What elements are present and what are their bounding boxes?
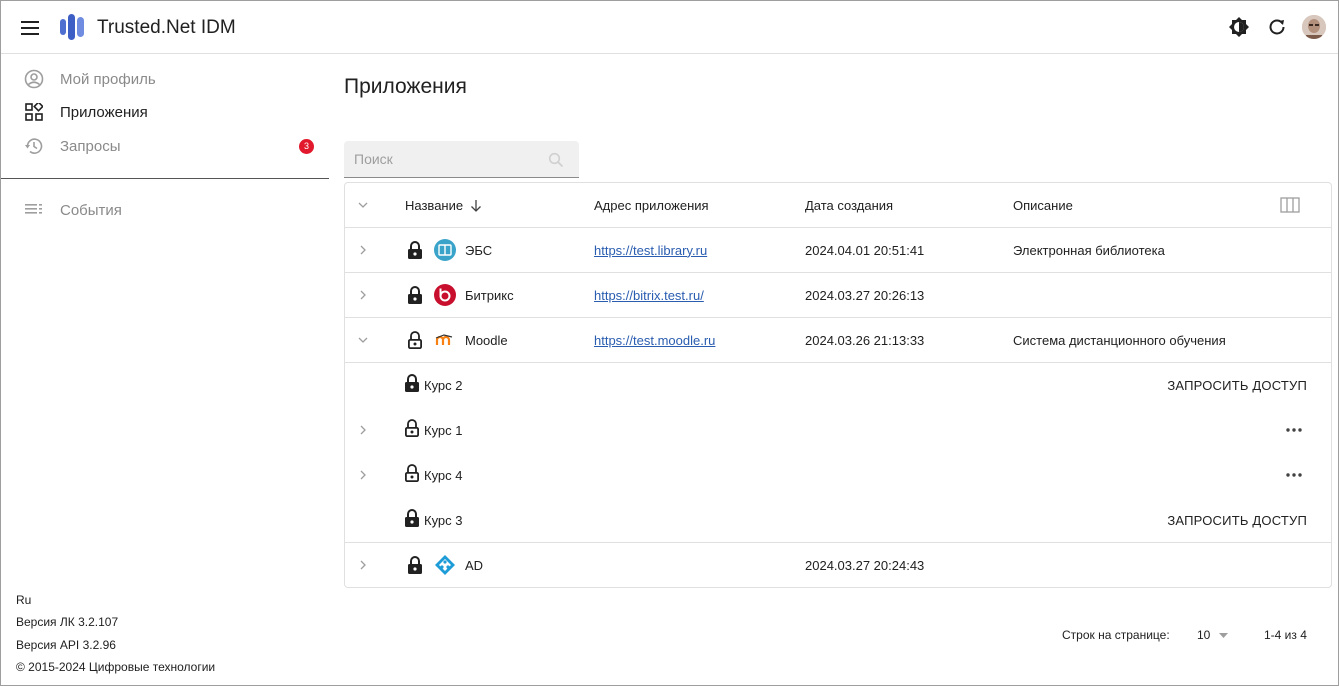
table-row[interactable]: ЭБС https://test.library.ru 2024.04.01 2… (345, 228, 1331, 273)
dropdown-arrow-icon (1219, 632, 1229, 638)
history-icon (24, 136, 44, 156)
sidebar-item-label: Запросы (60, 137, 121, 155)
table-row[interactable]: Битрикс https://bitrix.test.ru/ 2024.03.… (345, 273, 1331, 318)
subrow-course: Курс 3 ЗАПРОСИТЬ ДОСТУП (345, 498, 1331, 543)
search-icon[interactable] (548, 152, 564, 168)
collapse-row-icon[interactable] (353, 330, 373, 350)
app-window: Trusted.Net IDM Мой профиль Приложения З… (0, 0, 1339, 686)
app-description: Электронная библиотека (1013, 242, 1165, 258)
expand-row-icon[interactable] (353, 240, 373, 260)
page-title: Приложения (344, 75, 467, 98)
lock-open-icon (402, 463, 422, 483)
view-columns-icon[interactable] (1279, 195, 1301, 215)
column-header-label: Название (405, 197, 464, 213)
sort-arrow-down-icon[interactable] (470, 199, 482, 212)
applications-table: Название Адрес приложения Дата создания … (344, 182, 1332, 588)
search-input[interactable] (354, 149, 544, 169)
table-header-row: Название Адрес приложения Дата создания … (345, 183, 1331, 228)
app-url-link[interactable]: https://bitrix.test.ru/ (594, 288, 704, 303)
account-circle-icon (24, 69, 44, 89)
course-name: Курс 3 (424, 512, 463, 528)
expand-row-icon[interactable] (353, 285, 373, 305)
copyright: © 2015-2024 Цифровые технологии (16, 660, 216, 674)
app-logo (59, 12, 85, 42)
lock-closed-icon (405, 555, 425, 575)
app-created-date: 2024.04.01 20:51:41 (805, 242, 925, 258)
table-row[interactable]: Moodle https://test.moodle.ru 2024.03.26… (345, 318, 1331, 363)
expand-row-icon[interactable] (353, 465, 373, 485)
user-avatar[interactable] (1302, 15, 1326, 39)
app-created-date: 2024.03.27 20:26:13 (805, 287, 925, 303)
list-icon (24, 200, 44, 220)
app-title: Trusted.Net IDM (97, 17, 236, 38)
rows-per-page-label: Строк на странице: (1062, 628, 1170, 642)
lock-closed-icon (405, 240, 425, 260)
app-name: ЭБС (465, 242, 493, 258)
sidebar-item-profile[interactable]: Мой профиль (1, 62, 329, 96)
course-name: Курс 1 (424, 422, 463, 438)
rows-per-page-select[interactable]: 10 (1197, 625, 1233, 645)
lock-open-icon (402, 418, 422, 438)
more-horizontal-icon[interactable] (1283, 465, 1305, 485)
sidebar-item-label: Мой профиль (60, 70, 156, 88)
sidebar-item-label: События (60, 201, 122, 219)
sidebar: Мой профиль Приложения Запросы 3 События… (1, 55, 329, 685)
app-created-date: 2024.03.27 20:24:43 (805, 557, 925, 573)
moodle-app-icon (434, 329, 456, 351)
library-app-icon (434, 239, 456, 261)
column-header-date[interactable]: Дата создания (805, 183, 893, 227)
refresh-icon[interactable] (1265, 15, 1289, 39)
lock-open-icon (405, 330, 425, 350)
app-description: Система дистанционного обучения (1013, 332, 1226, 348)
sidebar-item-events[interactable]: События (1, 193, 329, 227)
more-horizontal-icon[interactable] (1283, 420, 1305, 440)
top-app-bar: Trusted.Net IDM (1, 1, 1338, 54)
sidebar-item-label: Приложения (60, 103, 148, 121)
expand-row-icon[interactable] (353, 420, 373, 440)
hamburger-menu-icon[interactable] (15, 15, 45, 41)
brightness-icon[interactable] (1227, 15, 1251, 39)
search-field[interactable] (344, 141, 579, 178)
app-created-date: 2024.03.26 21:13:33 (805, 332, 925, 348)
collapse-all-icon[interactable] (353, 195, 373, 215)
course-name: Курс 4 (424, 467, 463, 483)
lk-version: Версия ЛК 3.2.107 (16, 615, 119, 629)
sidebar-divider (1, 178, 329, 179)
app-name: Битрикс (465, 287, 514, 303)
app-url-link[interactable]: https://test.library.ru (594, 243, 707, 258)
column-header-description[interactable]: Описание (1013, 183, 1073, 227)
api-version: Версия API 3.2.96 (16, 638, 116, 652)
sidebar-item-applications[interactable]: Приложения (1, 95, 329, 129)
lock-closed-icon (402, 373, 422, 393)
subrow-course[interactable]: Курс 1 (345, 408, 1331, 453)
app-name: AD (465, 557, 484, 573)
request-access-button[interactable]: ЗАПРОСИТЬ ДОСТУП (1167, 498, 1307, 542)
rows-per-page-value: 10 (1197, 628, 1211, 642)
lock-closed-icon (402, 508, 422, 528)
subrow-course[interactable]: Курс 4 (345, 453, 1331, 498)
column-header-name[interactable]: Название (405, 183, 482, 227)
active-directory-app-icon (434, 554, 456, 576)
table-row[interactable]: AD 2024.03.27 20:24:43 (345, 543, 1331, 588)
expand-row-icon[interactable] (353, 555, 373, 575)
requests-badge: 3 (299, 138, 314, 154)
app-url-link[interactable]: https://test.moodle.ru (594, 333, 715, 348)
bitrix-app-icon (434, 284, 456, 306)
pagination-range: 1-4 из 4 (1264, 628, 1307, 642)
language-switch[interactable]: Ru (16, 593, 31, 607)
subrow-course: Курс 2 ЗАПРОСИТЬ ДОСТУП (345, 363, 1331, 408)
column-header-url[interactable]: Адрес приложения (594, 183, 709, 227)
lock-closed-icon (405, 285, 425, 305)
apps-grid-icon (24, 102, 44, 122)
app-name: Moodle (465, 332, 508, 348)
course-name: Курс 2 (424, 377, 463, 393)
request-access-button[interactable]: ЗАПРОСИТЬ ДОСТУП (1167, 363, 1307, 407)
sidebar-item-requests[interactable]: Запросы 3 (1, 129, 329, 163)
